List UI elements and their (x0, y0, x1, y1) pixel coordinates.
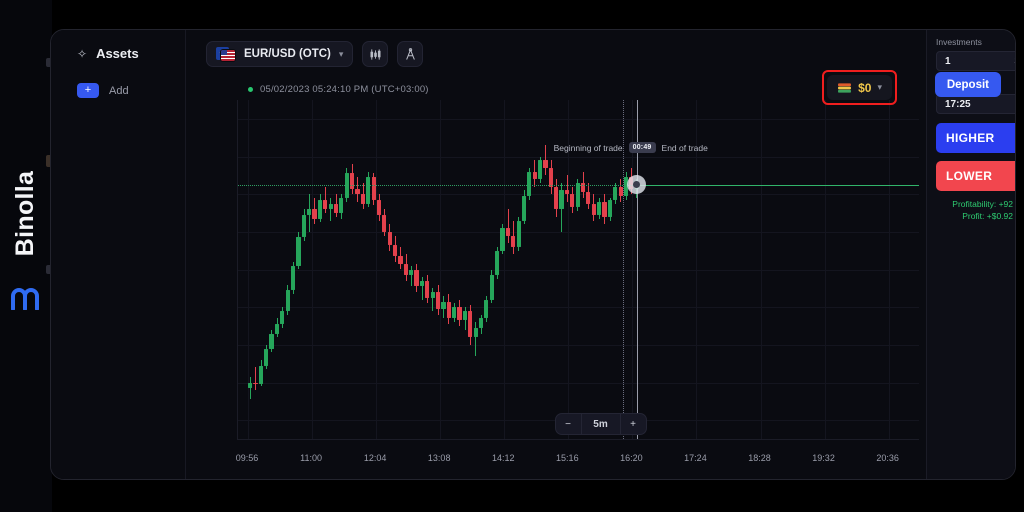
investments-input[interactable]: 1 $ (936, 51, 1016, 71)
chart-type-button[interactable] (362, 41, 388, 67)
server-timestamp: 05/02/2023 05:24:10 PM (UTC+03:00) (260, 84, 429, 95)
chart-area: Beginning of trade 00:49 End of trade 1.… (186, 100, 1015, 479)
flag-pair-icon: ★ (216, 47, 236, 61)
timeframe-increase-button[interactable]: + (621, 414, 646, 434)
price-line-dotted (238, 185, 637, 186)
brand-wordmark: Binolla (12, 170, 41, 255)
assets-header: ✧ Assets (51, 30, 185, 61)
profit-text: Profit: +$0.92 (936, 211, 1015, 221)
time-tick-label: 14:12 (492, 453, 515, 463)
candlestick-icon (369, 48, 382, 61)
investments-label: Investments (936, 37, 1015, 47)
time-tick-label: 12:04 (364, 453, 387, 463)
add-asset-row[interactable]: + Add (51, 61, 185, 98)
drawing-tools-button[interactable] (397, 41, 423, 67)
sparkle-icon: ✧ (77, 47, 87, 61)
time-tick-label: 11:00 (300, 453, 322, 463)
connection-status-dot (248, 87, 253, 92)
asset-name-label: EUR/USD (OTC) (244, 48, 331, 60)
binolla-glyph-icon (11, 288, 41, 310)
brand-rail: Binolla (0, 0, 52, 512)
timeframe-stepper[interactable]: − 5m + (555, 413, 647, 435)
trade-begin-label: Beginning of trade (554, 143, 623, 153)
assets-sidebar: ✧ Assets + Add (51, 30, 186, 479)
asset-selector[interactable]: ★ EUR/USD (OTC) ▾ (206, 41, 353, 67)
trade-marker-labels: Beginning of trade 00:49 End of trade (554, 142, 708, 153)
cash-stack-icon (837, 82, 852, 94)
trade-end-label: End of trade (662, 143, 708, 153)
profitability-text: Profitability: +92 (936, 199, 1015, 209)
time-tick-label: 20:36 (876, 453, 899, 463)
trade-panel: Investments 1 $ Expiration 17:25 HIGHER … (926, 30, 1015, 479)
time-tick-label: 18:28 (748, 453, 771, 463)
brand-logo-icon (11, 288, 41, 314)
time-axis: 09:56 11:00 12:04 13:08 14:12 15:16 16:20 17:24… (237, 439, 919, 479)
time-tick-label: 09:56 (236, 453, 259, 463)
higher-button[interactable]: HIGHER (936, 123, 1016, 153)
time-tick-label: 13:08 (428, 453, 451, 463)
time-tick-label: 16:20 (620, 453, 643, 463)
currency-symbol: $ (1014, 56, 1016, 67)
chevron-down-icon: ▾ (339, 49, 344, 60)
trade-countdown-badge: 00:49 (629, 142, 656, 153)
assets-title: Assets (96, 46, 139, 61)
balance-highlight-box: $0 ▾ (822, 70, 897, 105)
time-tick-label: 17:24 (684, 453, 707, 463)
timeframe-decrease-button[interactable]: − (556, 414, 581, 434)
time-tick-label: 19:32 (812, 453, 835, 463)
drawing-tools-icon (404, 48, 417, 61)
plus-icon[interactable]: + (77, 83, 99, 98)
app-panel: ✧ Assets + Add ★ EUR/USD (OTC) ▾ (50, 29, 1016, 480)
us-flag-icon (221, 50, 235, 61)
price-line-solid (637, 185, 919, 187)
investments-value: 1 (945, 56, 951, 67)
add-asset-label: Add (109, 85, 129, 97)
expiration-value: 17:25 (945, 99, 971, 110)
time-tick-label: 15:16 (556, 453, 579, 463)
chevron-down-icon: ▾ (877, 82, 882, 93)
lower-button[interactable]: LOWER (936, 161, 1016, 191)
chart-plot[interactable]: Beginning of trade 00:49 End of trade (237, 100, 919, 439)
balance-button[interactable]: $0 ▾ (827, 75, 892, 100)
timeframe-value: 5m (581, 414, 621, 434)
deposit-button[interactable]: Deposit (935, 72, 1001, 97)
balance-amount: $0 (858, 81, 871, 95)
expiration-input[interactable]: 17:25 (936, 94, 1016, 114)
